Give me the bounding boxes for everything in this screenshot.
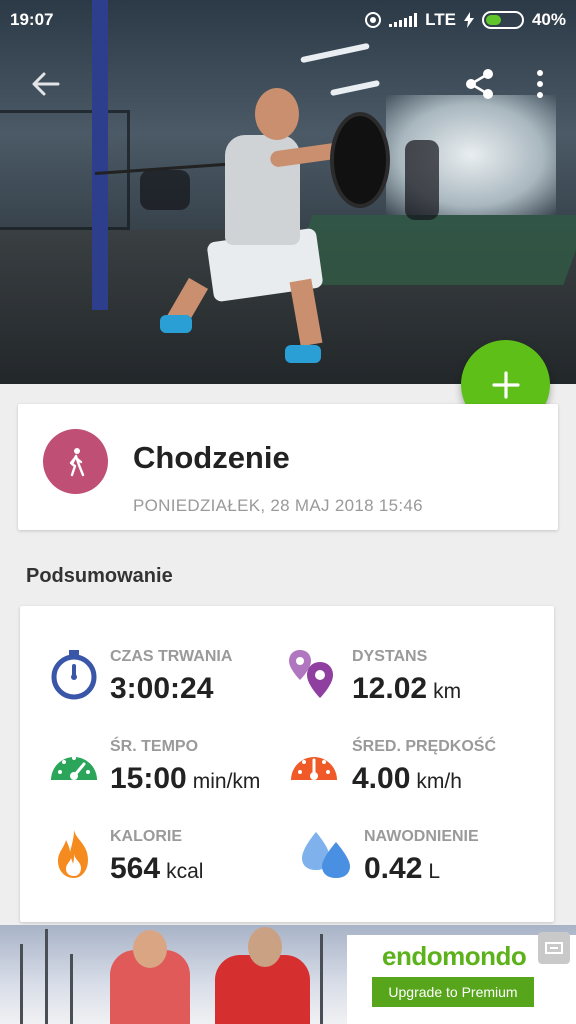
hero-athlete-shoe (285, 345, 321, 363)
ad-brand-logo: endomondo (382, 941, 527, 971)
hero-pole (92, 0, 108, 310)
signal-icon (389, 13, 418, 27)
hero-athlete-shoe (160, 315, 192, 333)
more-vert-icon[interactable] (528, 66, 552, 102)
stat-label: NAWODNIENIE (364, 828, 479, 845)
hero-floor-mat (287, 215, 576, 285)
ad-tree (45, 929, 48, 1024)
hero-weight-plate (330, 112, 390, 208)
hotspot-icon (365, 12, 382, 28)
summary-heading: Podsumowanie (26, 565, 173, 587)
stat-label: KALORIE (110, 828, 182, 845)
ad-tree (70, 954, 73, 1024)
back-arrow-icon[interactable] (28, 66, 64, 102)
stat-value: 0.42 L (364, 852, 441, 885)
activity-date: PONIEDZIAŁEK, 28 MAJ 2018 15:46 (133, 496, 423, 515)
stat-value: 15:00 min/km (110, 762, 261, 795)
speed-gauge-icon (291, 757, 337, 780)
ad-runner-head (248, 927, 282, 967)
status-time: 19:07 (10, 10, 54, 29)
ad-runner-head (133, 930, 167, 968)
ad-banner[interactable]: endomondo Upgrade to Premium (0, 925, 576, 1024)
activity-avatar (43, 429, 108, 494)
hero-background-person (405, 140, 439, 220)
stat-value: 3:00:24 (110, 672, 214, 705)
ad-tree (320, 934, 323, 1024)
location-pins-icon (289, 650, 333, 698)
hero-background-person (140, 170, 190, 210)
activity-title: Chodzenie (133, 440, 290, 475)
stat-label: CZAS TRWANIA (110, 648, 233, 665)
battery-percent: 40% (531, 10, 566, 29)
upgrade-premium-button[interactable]: Upgrade to Premium (372, 977, 534, 1007)
share-icon[interactable] (462, 66, 498, 102)
summary-card: CZAS TRWANIA 3:00:24 DYSTANS 12.02 km ŚR.… (20, 606, 554, 922)
stat-label: ŚR. TEMPO (110, 738, 199, 755)
ad-choices-icon[interactable] (538, 932, 570, 964)
battery-icon (481, 11, 524, 29)
toolbar (0, 56, 576, 112)
plus-icon (491, 370, 520, 399)
charging-icon (463, 12, 474, 28)
pace-gauge-icon (51, 756, 97, 780)
status-bar: 19:07 LTE 40% (0, 0, 576, 40)
stat-value: 4.00 km/h (352, 762, 462, 795)
stat-label: DYSTANS (352, 648, 428, 665)
walking-icon (69, 447, 84, 476)
stat-value: 564 kcal (110, 852, 204, 885)
network-type: LTE (425, 10, 456, 29)
stat-value: 12.02 km (352, 672, 462, 705)
flame-icon (58, 830, 88, 878)
stopwatch-icon (51, 650, 97, 700)
stat-label: ŚRED. PRĘDKOŚĆ (352, 738, 497, 755)
ad-info-icon (545, 942, 563, 954)
activity-card: Chodzenie PONIEDZIAŁEK, 28 MAJ 2018 15:4… (18, 404, 558, 530)
water-drops-icon (302, 832, 350, 878)
ad-tree (20, 944, 23, 1024)
